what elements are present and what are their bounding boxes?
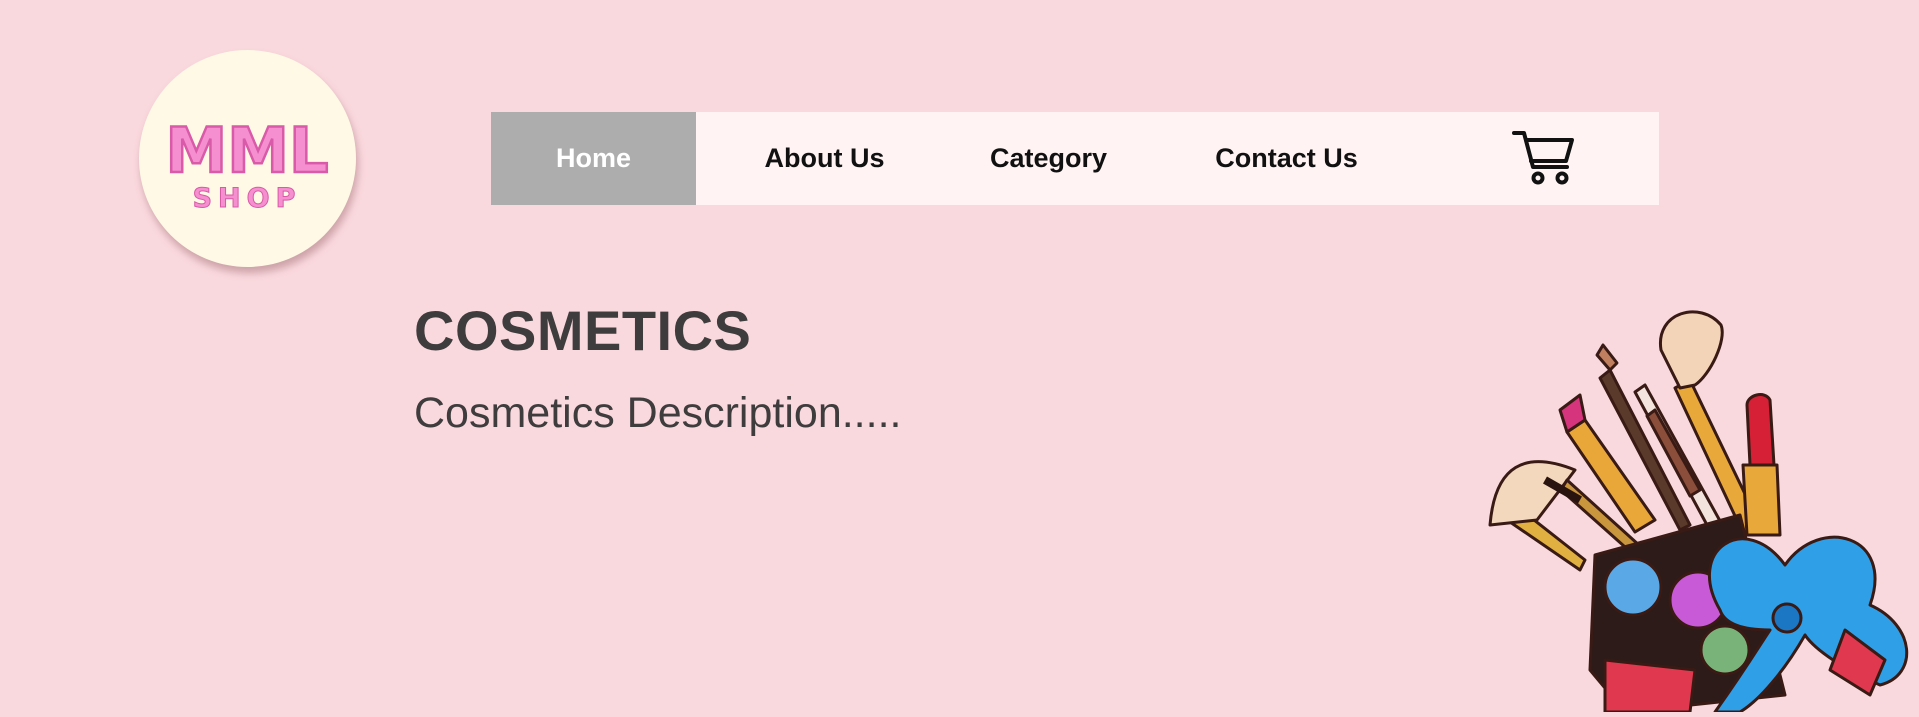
nav-contact-us[interactable]: Contact Us [1144, 112, 1429, 205]
logo-text-mml: MML [166, 114, 329, 187]
shopping-cart-icon[interactable] [1511, 127, 1577, 187]
nav-category[interactable]: Category [953, 112, 1144, 205]
logo-text-shop: SHOP [193, 183, 302, 214]
shop-logo[interactable]: MML SHOP [139, 50, 356, 267]
page-title: COSMETICS [414, 299, 752, 362]
page-description: Cosmetics Description..... [414, 389, 902, 437]
nav-about-us[interactable]: About Us [696, 112, 953, 205]
nav-home[interactable]: Home [491, 112, 696, 205]
main-navbar: Home About Us Category Contact Us [491, 112, 1659, 205]
makeup-products-icon [1485, 300, 1919, 714]
logo-graphic: MML SHOP [164, 113, 329, 215]
